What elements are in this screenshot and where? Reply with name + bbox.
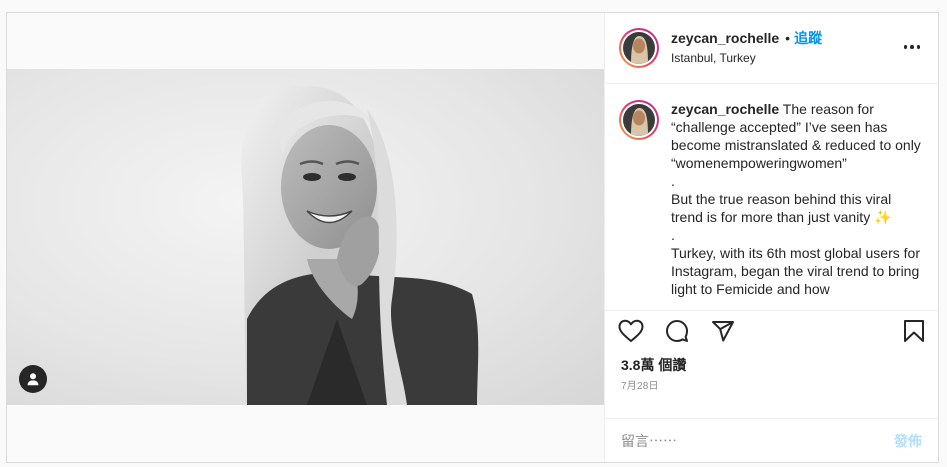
caption-area: zeycan_rochelle The reason for “challeng… bbox=[605, 84, 938, 312]
user-tag-button[interactable] bbox=[19, 365, 47, 393]
portrait-image bbox=[241, 86, 479, 405]
avatar[interactable] bbox=[619, 28, 659, 69]
avatar-image bbox=[623, 32, 655, 65]
caption-text: The reason for “challenge accepted” I’ve… bbox=[671, 101, 921, 298]
share-icon bbox=[712, 320, 734, 342]
caption-avatar[interactable] bbox=[619, 100, 659, 141]
post-dialog: zeycan_rochelle • 追蹤 Istanbul, Turkey ze… bbox=[6, 12, 939, 463]
comment-icon bbox=[666, 319, 688, 342]
save-button[interactable] bbox=[898, 315, 930, 347]
post-location[interactable]: Istanbul, Turkey bbox=[671, 51, 822, 66]
post-caption: zeycan_rochelle The reason for “challeng… bbox=[671, 100, 924, 310]
comment-button[interactable] bbox=[661, 315, 693, 347]
share-button[interactable] bbox=[707, 315, 739, 347]
header-username[interactable]: zeycan_rochelle bbox=[671, 30, 779, 48]
comment-input[interactable] bbox=[621, 432, 894, 449]
more-options-icon bbox=[903, 45, 908, 49]
heart-icon bbox=[618, 319, 644, 342]
like-count[interactable]: 3.8萬 個讚 bbox=[605, 351, 938, 375]
post-comment-button[interactable]: 發佈 bbox=[894, 431, 922, 451]
follow-button[interactable]: 追蹤 bbox=[794, 30, 822, 48]
bookmark-icon bbox=[904, 320, 924, 343]
more-options-button[interactable] bbox=[900, 35, 924, 59]
separator-dot: • bbox=[785, 30, 791, 47]
like-button[interactable] bbox=[615, 315, 647, 347]
post-photo[interactable] bbox=[7, 69, 604, 405]
caption-username[interactable]: zeycan_rochelle bbox=[671, 101, 779, 117]
post-header: zeycan_rochelle • 追蹤 Istanbul, Turkey bbox=[605, 13, 938, 85]
action-bar bbox=[605, 311, 938, 351]
caption-avatar-image bbox=[623, 104, 655, 137]
post-side-panel: zeycan_rochelle • 追蹤 Istanbul, Turkey ze… bbox=[605, 13, 938, 462]
post-media bbox=[7, 13, 605, 462]
post-date[interactable]: 7月28日 bbox=[605, 375, 938, 413]
comment-form: 發佈 bbox=[605, 418, 938, 462]
user-tag-icon bbox=[27, 373, 39, 386]
